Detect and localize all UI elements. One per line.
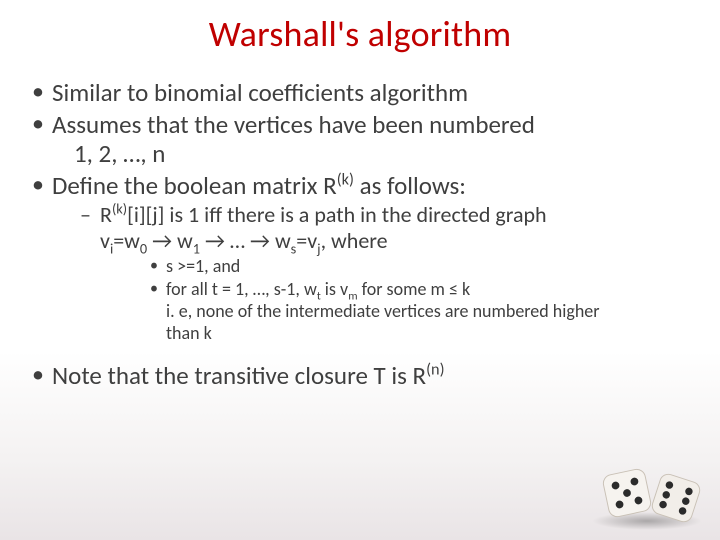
sub-bullet-1: R(k)[i][j] is 1 iff there is a path in t…: [52, 202, 696, 345]
bullet-3: Define the boolean matrix R(k) as follow…: [24, 171, 696, 345]
subsub-2-line3: than k: [166, 323, 696, 345]
sub1-sup: (k): [112, 200, 127, 218]
subsub-2: for all t = 1, …, s-1, wt is vm for some…: [100, 279, 696, 345]
sub1-r: R: [100, 201, 112, 228]
subsub-1-text: s >=1, and: [166, 255, 240, 277]
dice-decoration: [588, 440, 708, 530]
t: w: [177, 227, 193, 254]
die-icon: [648, 470, 704, 526]
t: for some m ≤ k: [358, 278, 471, 300]
t: , where: [321, 227, 388, 254]
arrow-icon: → … →: [200, 227, 275, 254]
bullet-2-line1: Assumes that the vertices have been numb…: [52, 109, 535, 140]
slide-title: Warshall's algorithm: [24, 12, 696, 56]
t: for all t = 1, …, s-1, w: [166, 278, 317, 300]
bullet-3-sup: (k): [337, 170, 354, 189]
t: =w: [113, 227, 140, 254]
bullet-4-text: Note that the transitive closure T is R: [52, 360, 426, 391]
die-icon: [598, 464, 656, 522]
t: w: [275, 227, 291, 254]
subsub-1: s >=1, and: [100, 256, 696, 278]
bullet-3-text-a: Define the boolean matrix R: [52, 170, 337, 201]
bullet-1-text: Similar to binomial coefficients algorit…: [52, 77, 468, 108]
t: =v: [296, 227, 317, 254]
subsub-bullet-list: s >=1, and for all t = 1, …, s-1, wt is …: [100, 256, 696, 345]
dice-shadow: [592, 512, 702, 530]
bullet-1: Similar to binomial coefficients algorit…: [24, 78, 696, 108]
bullet-3-text-b: as follows:: [354, 170, 466, 201]
slide: Warshall's algorithm Similar to binomial…: [0, 0, 720, 540]
sub1-line2: vi=w0 → w1 → … → ws=vj, where: [100, 228, 696, 254]
t: v: [100, 227, 110, 254]
bullet-4: Note that the transitive closure T is R(…: [24, 361, 696, 391]
bullet-2: Assumes that the vertices have been numb…: [24, 110, 696, 169]
subsub-2-line2: i. e, none of the intermediate vertices …: [166, 301, 696, 323]
bullet-4-sup: (n): [426, 360, 444, 379]
bullet-list-2: Note that the transitive closure T is R(…: [24, 361, 696, 391]
t: is v: [321, 278, 348, 300]
bullet-list: Similar to binomial coefficients algorit…: [24, 78, 696, 345]
bullet-2-line2: 1, 2, …, n: [52, 139, 696, 169]
spacer: [24, 347, 696, 361]
arrow-icon: →: [147, 227, 177, 254]
sub1-rest: [i][j] is 1 iff there is a path in the d…: [127, 201, 547, 228]
sub-bullet-list: R(k)[i][j] is 1 iff there is a path in t…: [52, 202, 696, 345]
